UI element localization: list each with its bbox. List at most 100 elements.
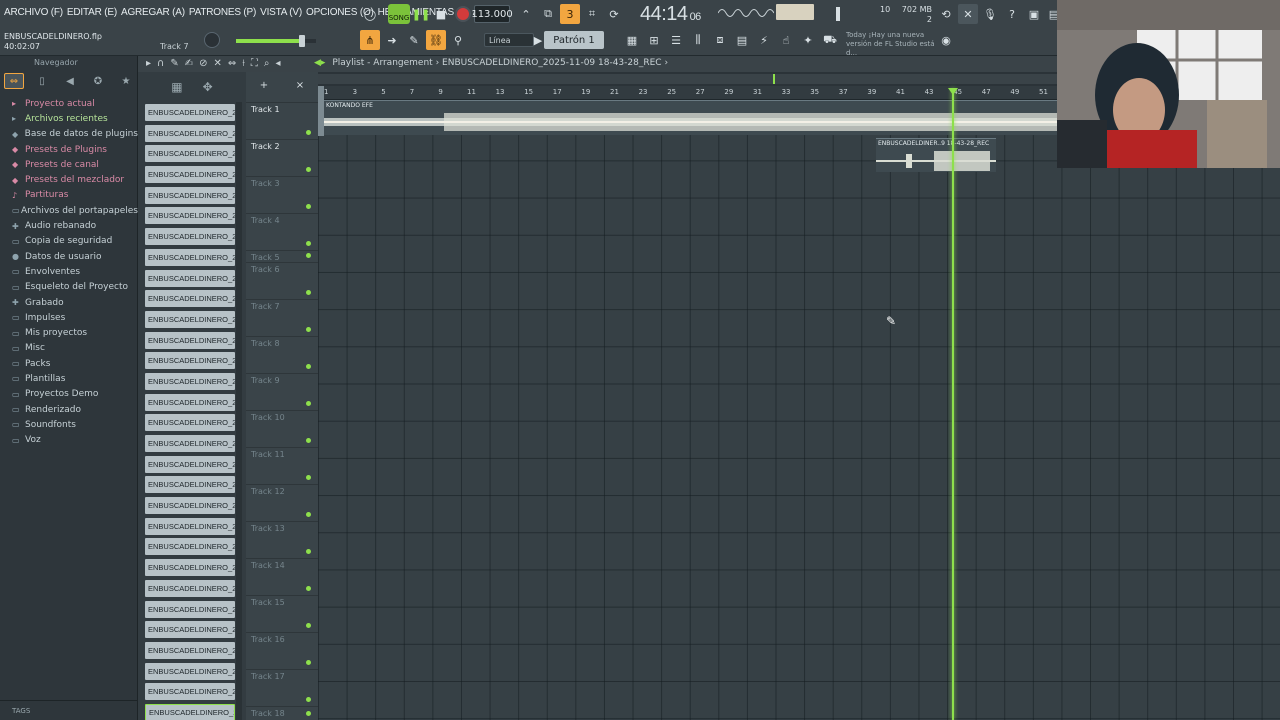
draw-icon[interactable]: ✎	[170, 58, 178, 69]
cart-icon[interactable]: ⛟	[820, 30, 840, 50]
clip-source-item[interactable]: ENBUSCADELDINERO_202...	[145, 683, 235, 701]
track-header[interactable]: Track 5	[246, 250, 318, 262]
piano-roll-icon[interactable]: ⊞	[644, 30, 664, 50]
snap-selector[interactable]: Línea	[484, 33, 534, 47]
track-mute-led[interactable]	[306, 167, 311, 172]
browser-item[interactable]: ▭ Copia de seguridad	[0, 234, 138, 249]
add-track-icon[interactable]: +	[260, 80, 268, 91]
browser-item[interactable]: ▭ Plantillas	[0, 371, 138, 386]
clip-source-item[interactable]: ENBUSCADELDINERO_202...	[145, 641, 235, 659]
globe-icon[interactable]: ◉	[936, 30, 956, 50]
track-header[interactable]: Track 7	[246, 299, 318, 336]
menu-item-0[interactable]: ARCHIVO (F)	[4, 7, 63, 21]
clip-source-item[interactable]: ENBUSCADELDINERO_202...	[145, 497, 235, 515]
playlist-grid[interactable]	[318, 86, 1280, 720]
browser-plugin-icon[interactable]: ✪	[88, 73, 108, 89]
browser-speaker-icon[interactable]: ◀	[60, 73, 80, 89]
browser-item[interactable]: ◆ Presets de Plugins	[0, 142, 138, 157]
browser-item[interactable]: ▭ Envolventes	[0, 264, 138, 279]
clip-source-item[interactable]: ENBUSCADELDINERO_202...	[145, 290, 235, 308]
track-header[interactable]: Track 8	[246, 336, 318, 373]
close-track-icon[interactable]: ×	[296, 80, 304, 91]
clip-source-item[interactable]: ENBUSCADELDINERO_202...	[145, 352, 235, 370]
track-mute-led[interactable]	[306, 697, 311, 702]
playback-icon[interactable]: ◂	[275, 58, 280, 69]
track-header[interactable]: Track 2	[246, 139, 318, 176]
clip-source-item[interactable]: ENBUSCADELDINERO_202...	[145, 145, 235, 163]
track-mute-led[interactable]	[306, 290, 311, 295]
browser-item[interactable]: ♪ Partituras	[0, 188, 138, 203]
master-volume-knob[interactable]	[204, 32, 220, 48]
browser-item[interactable]: ◆ Base de datos de plugins	[0, 127, 138, 142]
clip-source-item[interactable]: ENBUSCADELDINERO_202...	[145, 104, 235, 121]
link-icon[interactable]: ⛓	[426, 30, 446, 50]
track-header[interactable]: Track 16	[246, 632, 318, 669]
track-mute-led[interactable]	[306, 401, 311, 406]
track-header[interactable]: Track 4	[246, 213, 318, 250]
track-header[interactable]: Track 15	[246, 595, 318, 632]
track-mute-led[interactable]	[306, 623, 311, 628]
track-header[interactable]: Track 1	[246, 102, 318, 139]
browser-item[interactable]: ▭ Impulses	[0, 310, 138, 325]
record-button[interactable]	[455, 6, 471, 22]
clip-source-item[interactable]: ENBUSCADELDINERO_202...	[145, 517, 235, 535]
track-header[interactable]: Track 10	[246, 410, 318, 447]
browser-star-icon[interactable]: ★	[116, 73, 136, 89]
browser-file-icon[interactable]: ▯	[32, 73, 52, 89]
routing-icon[interactable]: ⧈	[710, 30, 730, 50]
mixer-icon[interactable]: ⫼	[688, 30, 708, 50]
browser-item[interactable]: ▭ Proyectos Demo	[0, 387, 138, 402]
master-pitch-slider[interactable]	[236, 35, 316, 47]
zoom-icon[interactable]: ⌕	[264, 58, 270, 69]
track-header[interactable]: Track 3	[246, 176, 318, 213]
microphone-icon[interactable]: 🎙	[980, 4, 1000, 24]
news-ticker[interactable]: Today ¡Hay una nueva versión de FL Studi…	[846, 31, 946, 58]
browser-all-icon[interactable]: ⇔	[4, 73, 24, 89]
track-header[interactable]: Track 13	[246, 521, 318, 558]
clip-source-item[interactable]: ENBUSCADELDINERO_202...	[145, 331, 235, 349]
clip-source-item[interactable]: ENBUSCADELDINERO_202...	[145, 559, 235, 577]
clip-source-item[interactable]: ENBUSCADELDINERO_202...	[145, 579, 235, 597]
clip-source-item[interactable]: ENBUSCADELDINERO_202...	[145, 269, 235, 287]
browser-item[interactable]: ▭ Packs	[0, 356, 138, 371]
playlist-icon[interactable]: ▦	[622, 30, 642, 50]
clip-source-item[interactable]: ENBUSCADELDINERO_202...	[145, 228, 235, 246]
magnet-icon[interactable]: ∩	[157, 58, 164, 69]
track-mute-led[interactable]	[306, 130, 311, 135]
track-mute-led[interactable]	[306, 660, 311, 665]
clip-list-scrollbar[interactable]	[236, 102, 242, 720]
clip-source-item[interactable]: ENBUSCADELDINERO_202...	[145, 435, 235, 452]
browser-item[interactable]: ◆ Presets de canal	[0, 157, 138, 172]
mute-icon[interactable]: ✕	[214, 58, 222, 69]
track-header[interactable]: Track 11	[246, 447, 318, 484]
browser-item[interactable]: ▭ Voz	[0, 433, 138, 448]
browser-item[interactable]: ▸ Archivos recientes	[0, 111, 138, 126]
track-mute-led[interactable]	[306, 549, 311, 554]
paint-icon[interactable]: ✍	[185, 58, 193, 69]
track-mute-led[interactable]	[306, 204, 311, 209]
track-header[interactable]: Track 14	[246, 558, 318, 595]
playhead[interactable]	[952, 88, 954, 720]
track-header[interactable]: Track 17	[246, 669, 318, 706]
clip-source-item[interactable]: ENBUSCADELDINERO_202...	[145, 703, 235, 720]
clip-source-item[interactable]: ENBUSCADELDINERO_202...	[145, 662, 235, 680]
browser-item[interactable]: ▭ Mis proyectos	[0, 325, 138, 340]
channel-rack-icon[interactable]: ☰	[666, 30, 686, 50]
clip-list-grid-icon[interactable]: ▦	[171, 80, 182, 94]
browser-icon[interactable]: ▤	[732, 30, 752, 50]
delete-icon[interactable]: ⊘	[199, 58, 207, 69]
clip-source-item[interactable]: ENBUSCADELDINERO_202...	[145, 455, 235, 473]
playlist-overview[interactable]	[318, 74, 1058, 84]
track-mute-led[interactable]	[306, 241, 311, 246]
clip-source-item[interactable]: ENBUSCADELDINERO_202...	[145, 393, 235, 411]
help-icon[interactable]: ?	[1002, 4, 1022, 24]
track-mute-led[interactable]	[306, 475, 311, 480]
play-icon[interactable]: ▸	[146, 58, 151, 69]
clip-list-move-icon[interactable]: ✥	[203, 80, 213, 94]
track-mute-led[interactable]	[306, 253, 311, 258]
countdown-icon[interactable]: 3	[560, 4, 580, 24]
audio-clip-recording[interactable]: ENBUSCADELDINER..9 18-43-28_REC	[876, 138, 996, 172]
snap-icon[interactable]: ⋔	[360, 30, 380, 50]
step-edit-icon[interactable]: ⌗	[582, 4, 602, 24]
track-mute-led[interactable]	[306, 586, 311, 591]
